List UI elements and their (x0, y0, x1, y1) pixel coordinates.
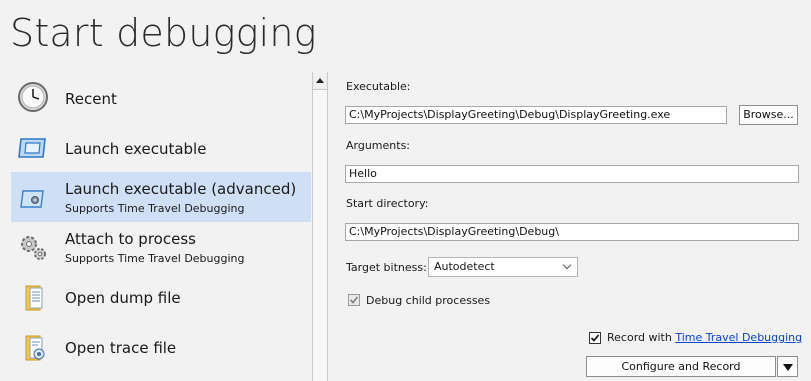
executable-input[interactable]: C:\MyProjects\DisplayGreeting\Debug\Disp… (345, 106, 727, 124)
nav-item-launch-executable[interactable]: Launch executable (11, 122, 311, 172)
target-bitness-value: Autodetect (434, 260, 495, 273)
scroll-track[interactable] (313, 90, 327, 381)
executable-label: Executable: (346, 80, 411, 93)
folder-document-icon (17, 282, 49, 314)
scroll-up-arrow-icon[interactable] (313, 72, 327, 90)
record-ttd-checkbox[interactable] (589, 332, 601, 344)
nav-item-open-dump-file[interactable]: Open dump file (11, 272, 311, 322)
target-bitness-label: Target bitness: (346, 261, 427, 274)
debug-child-label: Debug child processes (366, 294, 491, 307)
dropdown-arrow-icon (783, 364, 793, 371)
arguments-label: Arguments: (346, 139, 411, 152)
chevron-down-icon (562, 260, 572, 270)
debug-child-checkbox[interactable] (348, 294, 360, 306)
nav-item-launch-executable-advanced[interactable]: Launch executable (advanced) Supports Ti… (11, 172, 311, 222)
page-title: Start debugging (10, 11, 317, 55)
checkmark-icon (590, 334, 600, 342)
nav-label-open-dump-file: Open dump file (65, 289, 181, 307)
nav-label-recent: Recent (65, 90, 117, 108)
settings-panel: Executable: C:\MyProjects\DisplayGreetin… (330, 72, 811, 381)
window-icon (17, 132, 49, 164)
nav-scrollbar[interactable] (312, 72, 328, 381)
target-bitness-select[interactable]: Autodetect (428, 257, 578, 277)
browse-button[interactable]: Browse... (739, 105, 798, 125)
nav-item-recent[interactable]: Recent (11, 72, 311, 122)
configure-dropdown-button[interactable] (777, 356, 798, 377)
nav-sub-ttd: Supports Time Travel Debugging (65, 202, 245, 215)
sidebar-nav: Recent Launch executable Launch executab… (0, 72, 312, 381)
clock-icon (17, 81, 49, 113)
ttd-link[interactable]: Time Travel Debugging (675, 331, 802, 344)
nav-sub-ttd: Supports Time Travel Debugging (65, 252, 245, 265)
nav-item-attach-to-process[interactable]: Attach to process Supports Time Travel D… (11, 222, 311, 272)
nav-item-open-trace-file[interactable]: Open trace file (11, 322, 311, 372)
nav-label-open-trace-file: Open trace file (65, 339, 177, 357)
gears-icon (17, 231, 49, 263)
nav-label-attach-to-process: Attach to process (65, 230, 196, 248)
folder-trace-icon (17, 332, 49, 364)
checkmark-icon (349, 296, 359, 304)
start-directory-label: Start directory: (346, 197, 429, 210)
nav-label-launch-executable: Launch executable (65, 140, 207, 158)
record-with-label: Record with Time Travel Debugging (607, 331, 802, 344)
window-gear-icon (17, 182, 49, 214)
configure-and-record-button[interactable]: Configure and Record (586, 356, 776, 377)
start-directory-input[interactable]: C:\MyProjects\DisplayGreeting\Debug\ (345, 223, 799, 241)
arguments-input[interactable]: Hello (345, 165, 799, 183)
record-prefix: Record with (607, 331, 676, 344)
nav-label-launch-executable-advanced: Launch executable (advanced) (65, 180, 297, 198)
